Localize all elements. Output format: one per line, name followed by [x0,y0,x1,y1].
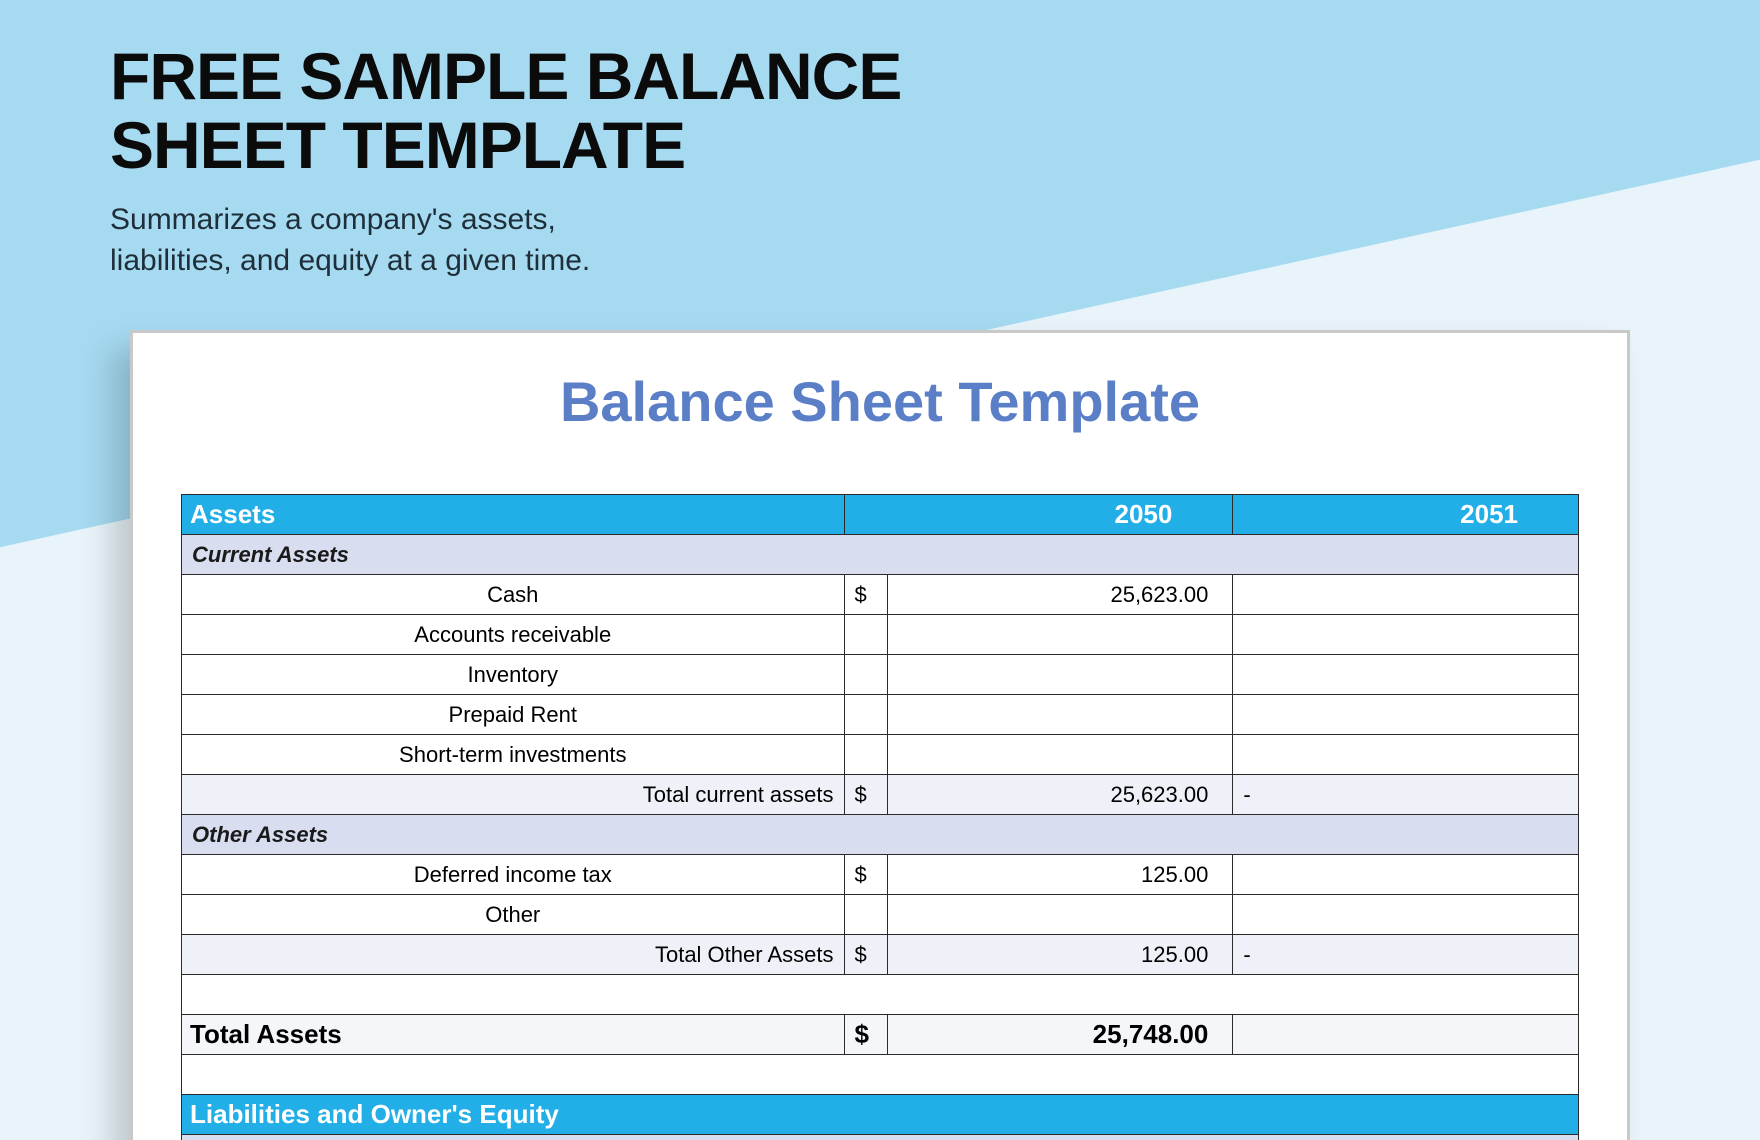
headline-line-2: SHEET TEMPLATE [110,108,685,182]
row-value-a [887,895,1233,935]
total-other-currency: $ [844,935,887,975]
table-row: Inventory [182,655,1579,695]
total-other-assets-row: Total Other Assets $ 125.00 - [182,935,1579,975]
total-current-label: Total current assets [182,775,845,815]
assets-header-label: Assets [182,495,845,535]
other-assets-subheader: Other Assets [182,815,1579,855]
liabilities-header-row: Liabilities and Owner's Equity [182,1095,1579,1135]
subheadline: Summarizes a company's assets, liabiliti… [110,200,590,281]
spacer-row [182,975,1579,1015]
row-label: Inventory [182,655,845,695]
table-row: Accounts receivable [182,615,1579,655]
total-assets-row: Total Assets $ 25,748.00 [182,1015,1579,1055]
current-assets-subheader: Current Assets [182,535,1579,575]
row-currency: $ [844,575,887,615]
row-label: Accounts receivable [182,615,845,655]
current-liabilities-label: Current Liabilities [182,1135,1579,1140]
balance-sheet-table: Assets 2050 2051 Current Assets Cash $ 2… [181,494,1579,1140]
headline-line-1: FREE SAMPLE BALANCE [110,39,901,113]
other-assets-label: Other Assets [182,815,1579,855]
row-label: Cash [182,575,845,615]
row-value-b [1233,695,1579,735]
row-value-b [1233,735,1579,775]
row-currency [844,655,887,695]
subhead-line-1: Summarizes a company's assets, [110,203,556,236]
total-other-label: Total Other Assets [182,935,845,975]
row-currency [844,615,887,655]
spacer-row [182,1055,1579,1095]
row-value-b [1233,895,1579,935]
row-value-b [1233,575,1579,615]
row-label: Other [182,895,845,935]
assets-header-row: Assets 2050 2051 [182,495,1579,535]
year-a-header: 2050 [844,495,1233,535]
subhead-line-2: liabilities, and equity at a given time. [110,244,590,277]
table-row: Cash $ 25,623.00 [182,575,1579,615]
year-b-header: 2051 [1233,495,1579,535]
total-assets-b [1233,1015,1579,1055]
row-currency [844,895,887,935]
table-row: Short-term investments [182,735,1579,775]
row-currency [844,735,887,775]
row-label: Prepaid Rent [182,695,845,735]
stage: FREE SAMPLE BALANCE SHEET TEMPLATE Summa… [0,0,1760,1140]
row-label: Short-term investments [182,735,845,775]
row-value-b [1233,655,1579,695]
balance-sheet-document: Balance Sheet Template Assets 2050 2051 … [130,330,1630,1140]
total-current-assets-row: Total current assets $ 25,623.00 - [182,775,1579,815]
row-value-b [1233,855,1579,895]
total-current-b: - [1233,775,1579,815]
table-row: Prepaid Rent [182,695,1579,735]
row-label: Deferred income tax [182,855,845,895]
total-assets-currency: $ [844,1015,887,1055]
sheet-title: Balance Sheet Template [181,369,1579,434]
row-value-b [1233,615,1579,655]
row-value-a: 25,623.00 [887,575,1233,615]
table-row: Deferred income tax $ 125.00 [182,855,1579,895]
total-assets-label: Total Assets [182,1015,845,1055]
row-value-a [887,735,1233,775]
table-row: Other [182,895,1579,935]
row-value-a: 125.00 [887,855,1233,895]
liabilities-header-label: Liabilities and Owner's Equity [182,1095,1579,1135]
row-value-a [887,655,1233,695]
total-other-b: - [1233,935,1579,975]
row-currency [844,695,887,735]
row-value-a [887,695,1233,735]
current-liabilities-subheader: Current Liabilities [182,1135,1579,1140]
total-current-a: 25,623.00 [887,775,1233,815]
total-assets-a: 25,748.00 [887,1015,1233,1055]
headline: FREE SAMPLE BALANCE SHEET TEMPLATE [110,42,901,181]
row-currency: $ [844,855,887,895]
total-other-a: 125.00 [887,935,1233,975]
row-value-a [887,615,1233,655]
total-current-currency: $ [844,775,887,815]
current-assets-label: Current Assets [182,535,1579,575]
